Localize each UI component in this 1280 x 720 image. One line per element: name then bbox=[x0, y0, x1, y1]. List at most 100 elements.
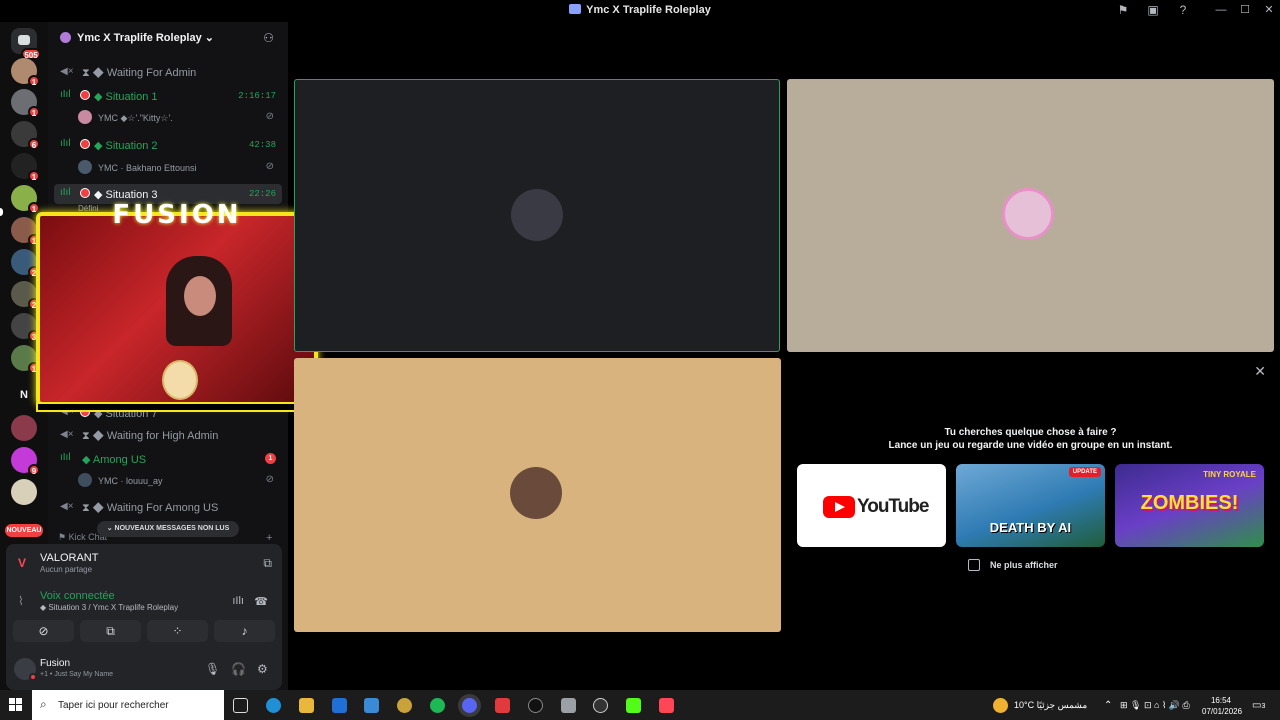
soundboard-button[interactable]: ♪ bbox=[214, 620, 275, 642]
clock-date: 07/01/2026 bbox=[1202, 707, 1243, 716]
server-icon[interactable] bbox=[11, 415, 37, 441]
youtube-wordmark: YouTube bbox=[857, 496, 929, 517]
disconnect-icon[interactable]: ☎ bbox=[254, 595, 268, 608]
chevron-up-icon[interactable]: ⌃ bbox=[1104, 700, 1112, 711]
server-badge: 1 bbox=[28, 170, 40, 182]
server-icon[interactable]: 2 bbox=[11, 249, 40, 278]
clock-time: 16:54 bbox=[1210, 696, 1232, 705]
tray-icons[interactable]: ⊞ 🎙 ⊡ ⌂ ⌇ 🔊 ⎙ bbox=[1120, 700, 1190, 711]
screen-icon[interactable]: ▣ bbox=[1146, 3, 1160, 17]
video-tile[interactable] bbox=[294, 358, 781, 632]
server-icon[interactable]: 9 bbox=[11, 447, 40, 476]
voice-member[interactable]: YMC · Bakhano Ettounsi ⊘ bbox=[78, 158, 282, 178]
app-icon[interactable] bbox=[397, 698, 412, 713]
voice-channel[interactable]: ◀× ⧗ ◆ Waiting For Among US bbox=[54, 498, 282, 518]
windows-taskbar: ⌕ Taper ici pour rechercher 10°C مشمس جز… bbox=[0, 690, 1280, 720]
discord-icon[interactable] bbox=[462, 698, 477, 713]
discord-home-icon bbox=[18, 35, 30, 45]
voice-channel[interactable]: ıIıl ◆ Situation 2 42:38 bbox=[54, 135, 282, 155]
server-icon[interactable]: 6 bbox=[11, 121, 40, 150]
inbox-icon[interactable]: ⚑ bbox=[1116, 3, 1130, 17]
participant-avatar bbox=[510, 467, 562, 519]
channel-timer: 42:38 bbox=[248, 140, 276, 150]
youtube-activity-card[interactable]: YouTube bbox=[797, 464, 946, 547]
weather-icon bbox=[993, 698, 1008, 713]
voice-channel[interactable]: ◀× ⧗ ◆ Waiting For Admin bbox=[54, 63, 282, 83]
voice-member[interactable]: YMC · louuu_ay ⊘ bbox=[78, 471, 282, 491]
file-explorer-icon[interactable] bbox=[299, 698, 314, 713]
home-button[interactable]: 505 bbox=[11, 28, 41, 60]
checkbox[interactable] bbox=[968, 559, 980, 571]
server-icon[interactable]: 1 bbox=[11, 217, 40, 246]
mascot-image bbox=[162, 360, 198, 400]
video-tile[interactable] bbox=[787, 79, 1274, 352]
game-subtitle: TINY ROYALE bbox=[1203, 470, 1256, 479]
server-icon[interactable]: 2 bbox=[11, 281, 40, 310]
activity-row[interactable]: V VALORANT Aucun partage ⧉ bbox=[12, 550, 276, 578]
task-view-icon[interactable] bbox=[233, 698, 248, 713]
game-title: ZOMBIES! bbox=[1140, 492, 1239, 514]
server-icon[interactable]: 1 bbox=[11, 345, 40, 374]
close-icon[interactable]: ✕ bbox=[1254, 363, 1266, 380]
windows-start-icon[interactable] bbox=[9, 698, 23, 712]
noise-suppression-icon[interactable]: ıIlı bbox=[232, 595, 244, 607]
video-tile-speaking[interactable] bbox=[294, 79, 780, 352]
server-badge: 1 bbox=[28, 106, 40, 118]
app-icon[interactable] bbox=[561, 698, 576, 713]
participant-avatar bbox=[1002, 188, 1054, 240]
settings-gear-icon[interactable]: ⚙ bbox=[257, 662, 268, 676]
status-dot bbox=[29, 673, 37, 681]
screen-share-button[interactable]: ⧉ bbox=[80, 620, 141, 642]
server-icon[interactable]: 1 bbox=[11, 153, 40, 182]
weather-text[interactable]: 10°C مشمس جزئيًا bbox=[1014, 700, 1087, 711]
voice-connection[interactable]: ⌇ Voix connectée ◆ Situation 3 / Ymc X T… bbox=[12, 588, 276, 616]
valorant-taskbar-icon[interactable] bbox=[659, 698, 674, 713]
minimize-button[interactable]: — bbox=[1211, 2, 1231, 18]
server-icon[interactable]: 1 bbox=[11, 185, 40, 214]
dont-show-again[interactable]: Ne plus afficher bbox=[968, 559, 1058, 571]
death-by-ai-card[interactable]: UPDATE DEATH BY AI bbox=[956, 464, 1105, 547]
server-folder-n[interactable]: N bbox=[11, 382, 37, 408]
spotify-icon[interactable] bbox=[430, 698, 445, 713]
taskbar-search[interactable]: ⌕ Taper ici pour rechercher bbox=[32, 690, 224, 720]
kick-icon[interactable] bbox=[626, 698, 641, 713]
share-screen-icon[interactable]: ⧉ bbox=[263, 556, 272, 571]
voice-channel[interactable]: ıIıl ◆ Among US 1 bbox=[54, 449, 282, 469]
outlook-icon[interactable] bbox=[332, 698, 347, 713]
zombies-card[interactable]: TINY ROYALE ZOMBIES! bbox=[1115, 464, 1264, 547]
server-icon[interactable] bbox=[11, 479, 37, 505]
microphone-icon[interactable]: 🎙 bbox=[205, 662, 220, 676]
voice-channel[interactable]: ◀× ⧗ ◆ Waiting for High Admin bbox=[54, 426, 282, 446]
app-icon[interactable] bbox=[495, 698, 510, 713]
channel-label: ◆ Situation 1 bbox=[94, 91, 158, 103]
activities-button[interactable]: ⁘ bbox=[147, 620, 208, 642]
app-icon[interactable] bbox=[593, 698, 608, 713]
server-icon[interactable]: 1 bbox=[11, 89, 40, 118]
edge-icon[interactable] bbox=[266, 698, 281, 713]
promo-heading: Tu cherches quelque chose à faire ? bbox=[944, 427, 1117, 438]
app-icon[interactable] bbox=[528, 698, 543, 713]
server-badge: 9 bbox=[28, 464, 40, 476]
camera-off-button[interactable]: ⊘ bbox=[13, 620, 74, 642]
server-boost-icon bbox=[60, 32, 71, 43]
server-badge: 1 bbox=[28, 75, 40, 87]
new-unread-messages-banner[interactable]: ⌄ NOUVEAUX MESSAGES NON LUS bbox=[97, 521, 239, 537]
member-name: YMC · Bakhano Ettounsi bbox=[98, 163, 197, 173]
maximize-button[interactable]: ☐ bbox=[1235, 2, 1255, 18]
channel-label: ⧗ ◆ Waiting for High Admin bbox=[82, 430, 219, 442]
server-header[interactable]: Ymc X Traplife Roleplay ⌄ ⚇ bbox=[48, 22, 288, 54]
account-row[interactable]: Fusion +1 • Just Say My Name 🎙 🎧 ⚙ bbox=[6, 652, 282, 690]
clock[interactable]: 16:54 07/01/2026 bbox=[1202, 695, 1243, 717]
store-icon[interactable] bbox=[364, 698, 379, 713]
voice-channel[interactable]: ıIıl ◆ Situation 1 2:16:17 bbox=[54, 86, 282, 106]
invite-people-icon[interactable]: ⚇ bbox=[263, 31, 274, 45]
close-window-button[interactable]: ✕ bbox=[1259, 2, 1279, 18]
headphones-icon[interactable]: 🎧 bbox=[231, 662, 246, 676]
server-icon[interactable]: 1 bbox=[11, 58, 40, 87]
new-unread-pill[interactable]: NOUVEAU bbox=[5, 524, 43, 537]
add-channel-icon[interactable]: + bbox=[266, 532, 272, 544]
server-icon[interactable]: 3 bbox=[11, 313, 40, 342]
notification-center-icon[interactable]: ▭3 bbox=[1252, 700, 1265, 711]
voice-member[interactable]: YMC ◆☆'."Kitty☆'. ⊘ bbox=[78, 108, 282, 128]
help-icon[interactable]: ? bbox=[1176, 3, 1190, 17]
